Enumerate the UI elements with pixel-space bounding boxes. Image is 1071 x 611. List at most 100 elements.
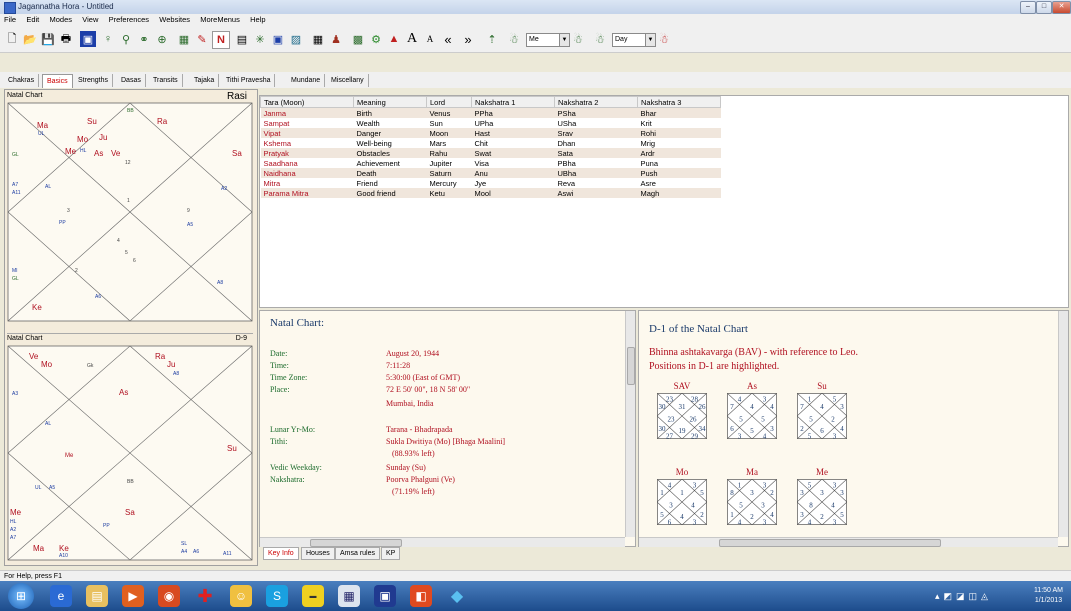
- menu-modes[interactable]: Modes: [46, 14, 77, 26]
- window-icon[interactable]: ▣: [270, 31, 286, 47]
- table-row[interactable]: Pratyak Obstacles Rahu Swat Sata Ardr: [260, 148, 721, 158]
- couple-icon[interactable]: ⚭: [136, 31, 152, 47]
- explorer-icon[interactable]: ▤: [86, 585, 108, 607]
- menu-file[interactable]: File: [0, 14, 20, 26]
- pen-icon[interactable]: ✎: [194, 31, 210, 47]
- table-row[interactable]: Saadhana Achievement Jupiter Visa PBha Puna: [261, 158, 721, 168]
- bav-vscroll[interactable]: [1058, 311, 1068, 537]
- ie-icon[interactable]: e: [50, 585, 72, 607]
- font-larger-icon[interactable]: A: [404, 31, 420, 47]
- table-row[interactable]: Parama Mitra Good friend Ketu Mool Aswi Magh: [260, 188, 721, 198]
- smiley-app-icon[interactable]: ☺: [230, 585, 252, 607]
- tab-amsa-rules[interactable]: Amsa rules: [335, 547, 381, 560]
- start-button[interactable]: ⊞: [8, 583, 34, 609]
- font-smaller-icon[interactable]: A: [422, 31, 438, 47]
- bav-chart[interactable]: 447563543543: [727, 393, 777, 439]
- table-row[interactable]: Sampat Wealth Sun UPha USha Krit: [261, 118, 721, 128]
- key-info-vscroll[interactable]: [625, 311, 635, 537]
- cross-app-icon[interactable]: ✚: [194, 585, 216, 607]
- tab-transits[interactable]: Transits: [149, 74, 183, 87]
- tab-chakras[interactable]: Chakras: [4, 74, 40, 87]
- table-row[interactable]: Naidhana Death Saturn Anu UBha Push: [260, 168, 721, 178]
- bav-chart[interactable]: 312330233027192934262628: [657, 393, 707, 439]
- save-icon[interactable]: 💾: [40, 31, 56, 47]
- map-icon[interactable]: ▩: [350, 31, 366, 47]
- d9-chart[interactable]: Natal Chart D-9 Ve Mo Gk Ra Ju A8 As AL …: [7, 333, 253, 563]
- tab-kp[interactable]: KP: [381, 547, 401, 560]
- menu-edit[interactable]: Edit: [22, 14, 43, 26]
- firefox-icon[interactable]: ◉: [158, 585, 180, 607]
- menu-help[interactable]: Help: [246, 14, 269, 26]
- jhora-task-icon[interactable]: ▣: [374, 585, 396, 607]
- media-player-icon[interactable]: ▶: [122, 585, 144, 607]
- bav-number: 4: [738, 396, 742, 404]
- skype-icon[interactable]: S: [266, 585, 288, 607]
- bav-chart[interactable]: 318514234323: [727, 479, 777, 525]
- tab-houses[interactable]: Houses: [301, 547, 335, 560]
- rasi-chart[interactable]: Natal Chart Rasi Ma UL Su Ra BB Mo Ju Me…: [7, 91, 253, 324]
- tab-strengths[interactable]: Strengths: [74, 74, 113, 87]
- print-icon[interactable]: 🖶: [58, 31, 74, 47]
- figure-icon[interactable]: ♟: [328, 31, 344, 47]
- person-back2-icon[interactable]: ☃: [592, 31, 608, 47]
- bav-hscroll[interactable]: [639, 537, 1058, 547]
- bav-chart[interactable]: 353834235433: [797, 479, 847, 525]
- person-icon[interactable]: ♀: [100, 31, 116, 47]
- menu-preferences[interactable]: Preferences: [105, 14, 153, 26]
- bav-chart[interactable]: 417525634235: [797, 393, 847, 439]
- table-row[interactable]: Mitra Friend Mercury Jye Reva Asre: [261, 178, 721, 188]
- scroll-thumb[interactable]: [719, 539, 941, 547]
- tab-miscellany[interactable]: Miscellany: [327, 74, 369, 87]
- new-file-icon[interactable]: 🗋: [4, 31, 20, 47]
- person-forward-icon[interactable]: ☃: [570, 31, 586, 47]
- menu-websites[interactable]: Websites: [155, 14, 194, 26]
- person-back-icon[interactable]: ☃: [506, 31, 522, 47]
- office-app-icon[interactable]: ◧: [410, 585, 432, 607]
- calculator-icon[interactable]: ▦: [338, 585, 360, 607]
- maximize-button[interactable]: □: [1036, 1, 1052, 14]
- chart-icon[interactable]: ▣: [80, 31, 96, 47]
- n-icon[interactable]: N: [212, 31, 230, 49]
- menu-moremenus[interactable]: MoreMenus: [196, 14, 244, 26]
- grid-icon[interactable]: ▦: [176, 31, 192, 47]
- tab-mundane[interactable]: Mundane: [287, 74, 326, 87]
- time-unit-combo[interactable]: Day ▼: [612, 33, 656, 47]
- bav-chart[interactable]: 141356432453: [657, 479, 707, 525]
- col-header[interactable]: Nakshatra 2: [554, 96, 638, 108]
- col-header[interactable]: Lord: [426, 96, 472, 108]
- tab-dasas[interactable]: Dasas: [117, 74, 146, 87]
- tab-tithi-pravesha[interactable]: Tithi Pravesha: [222, 74, 276, 87]
- image-icon[interactable]: ▨: [288, 31, 304, 47]
- col-header[interactable]: Nakshatra 3: [637, 96, 721, 108]
- calendar-icon[interactable]: ▦: [310, 31, 326, 47]
- forward-icon[interactable]: »: [460, 31, 476, 47]
- tray-icons[interactable]: ▴◩◪◫◬: [935, 591, 992, 602]
- step-unit-combo[interactable]: Me ▼: [526, 33, 570, 47]
- table-row[interactable]: Vipat Danger Moon Hast Srav Rohi: [260, 128, 721, 138]
- open-folder-icon[interactable]: 📂: [22, 31, 38, 47]
- globe-icon[interactable]: ⊕: [154, 31, 170, 47]
- tab-tajaka[interactable]: Tajaka: [190, 74, 220, 87]
- pin-icon[interactable]: ⇡: [484, 31, 500, 47]
- tab-key-info[interactable]: Key Info: [263, 547, 299, 560]
- col-header[interactable]: Nakshatra 1: [471, 96, 555, 108]
- col-header[interactable]: Tara (Moon): [260, 96, 354, 108]
- person-forward2-icon[interactable]: ☃: [656, 31, 672, 47]
- network-app-icon[interactable]: ◆: [446, 585, 468, 607]
- table-row[interactable]: Janma Birth Venus PPha PSha Bhar: [260, 107, 721, 118]
- people-icon[interactable]: ⚲: [118, 31, 134, 47]
- table-row[interactable]: Kshema Well-being Mars Chit Dhan Mrig: [261, 138, 721, 148]
- fire-icon[interactable]: ▲: [386, 31, 402, 47]
- col-header[interactable]: Meaning: [353, 96, 427, 108]
- scroll-thumb[interactable]: [627, 347, 635, 385]
- system-clock[interactable]: 11:50 AM 1/1/2013: [1034, 586, 1063, 606]
- table-icon[interactable]: ▤: [234, 31, 250, 47]
- rewind-icon[interactable]: «: [440, 31, 456, 47]
- close-button[interactable]: ✕: [1052, 1, 1071, 14]
- tab-basics[interactable]: Basics: [42, 74, 73, 88]
- menu-view[interactable]: View: [78, 14, 102, 26]
- tools-icon[interactable]: ⚙: [368, 31, 384, 47]
- minimize-button[interactable]: –: [1020, 1, 1036, 14]
- star-icon[interactable]: ✳: [252, 31, 268, 47]
- notes-app-icon[interactable]: ▬: [302, 585, 324, 607]
